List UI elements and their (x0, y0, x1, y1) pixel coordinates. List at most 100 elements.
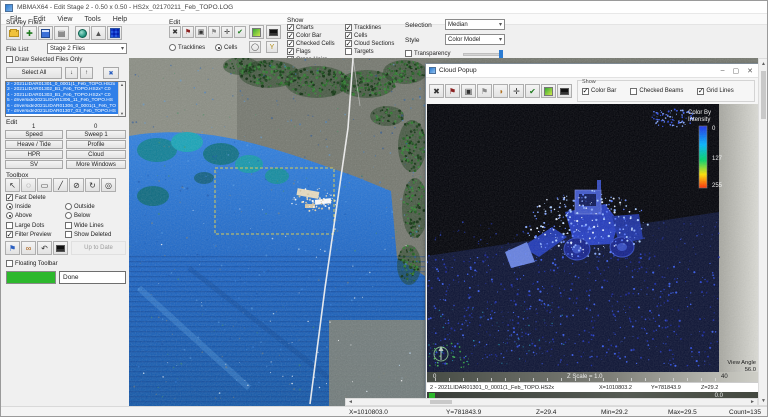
wiggle-button[interactable]: Y (266, 41, 278, 53)
charts-checkbox[interactable] (287, 24, 294, 32)
show-checked-cells-row[interactable]: Checked Cells (287, 40, 335, 48)
edit-cell-button[interactable]: ▣ (195, 26, 207, 38)
below-radio-row[interactable]: Below (65, 212, 90, 219)
transparency-slider[interactable] (463, 50, 503, 60)
zoom-tool-button[interactable]: ◎ (101, 178, 116, 192)
rect-select-button[interactable]: ▭ (37, 178, 52, 192)
heave-tide-button[interactable]: Heave / Tide (5, 140, 63, 149)
large-dots-row[interactable]: Large Dots (6, 222, 44, 229)
transparency-checkbox[interactable] (405, 50, 412, 57)
more-windows-button[interactable]: More Windows (66, 160, 126, 169)
popup-cell-button[interactable]: ▣ (461, 84, 476, 98)
selection-dropdown[interactable]: Median ▾ (445, 19, 505, 30)
filter-preview-checkbox[interactable] (6, 231, 13, 239)
eraser-tool-button[interactable]: ⊘ (69, 178, 84, 192)
scroll-down-icon[interactable]: ▼ (759, 396, 767, 405)
popup-accept-button[interactable]: ✔ (525, 84, 540, 98)
wide-lines-checkbox[interactable] (65, 222, 72, 229)
popup-rotate-button[interactable]: ◑ (493, 84, 508, 98)
maximize-icon[interactable]: ▢ (733, 67, 740, 75)
minimize-icon[interactable]: – (721, 67, 725, 75)
show-cells-checkbox[interactable] (345, 32, 352, 40)
targets-checkbox[interactable] (345, 48, 352, 55)
show-deleted-row[interactable]: Show Deleted (65, 231, 111, 238)
show-tracklines-checkbox[interactable] (345, 24, 352, 32)
shade-model-button[interactable] (266, 25, 281, 39)
popup-checked-beams-checkbox[interactable] (630, 87, 638, 95)
add-files-button[interactable]: ✚ (22, 26, 37, 40)
draw-selected-checkbox-row[interactable]: Draw Selected Files Only (6, 56, 82, 63)
flags-checkbox[interactable] (287, 48, 294, 56)
sweep1-button[interactable]: Sweep 1 (66, 130, 126, 139)
report-button[interactable]: ▤ (54, 26, 69, 40)
popup-flag-button[interactable]: ⚑ (445, 84, 460, 98)
colorbar-checkbox[interactable] (287, 32, 294, 40)
popup-title-bar[interactable]: Cloud Popup – ▢ ✕ (426, 64, 758, 78)
show-cells-row[interactable]: Cells (345, 32, 367, 40)
above-radio[interactable] (6, 212, 13, 219)
cells-radio-row[interactable]: Cells (215, 44, 237, 51)
cloud-3d-view[interactable] (427, 104, 759, 372)
remove-file-button[interactable]: ✖ (103, 67, 119, 79)
transparency-row[interactable]: Transparency (405, 50, 450, 57)
show-cloud-sections-row[interactable]: Cloud Sections (345, 40, 394, 48)
scroll-down-icon[interactable]: ▼ (120, 111, 124, 116)
fast-delete-checkbox[interactable] (6, 194, 13, 202)
style-dropdown[interactable]: Color Model ▾ (445, 34, 505, 45)
file-item[interactable]: 5 - driverside2021LIDAR1306_11_Feb_TOPO.… (6, 98, 125, 104)
matrix-button[interactable] (107, 26, 122, 40)
color-model-button[interactable] (249, 25, 264, 39)
floating-toolbar-row[interactable]: Floating Toolbar (6, 260, 58, 267)
popup-grid-lines-checkbox[interactable] (697, 87, 705, 95)
delete-points-button[interactable]: ✖ (169, 26, 181, 38)
save-button[interactable] (38, 26, 53, 40)
inside-radio[interactable] (6, 203, 13, 210)
horizontal-scrollbar[interactable]: ◄ ► (345, 398, 758, 406)
filter-preview-row[interactable]: Filter Preview (6, 231, 51, 239)
move-down-button[interactable]: ↓ (65, 67, 78, 79)
below-radio[interactable] (65, 212, 72, 219)
undo-button[interactable]: ↶ (37, 241, 52, 255)
checked-cells-checkbox[interactable] (287, 40, 294, 48)
floating-toolbar-checkbox[interactable] (6, 260, 13, 267)
flag-points-button[interactable]: ⚑ (182, 26, 194, 38)
popup-colorbar-row[interactable]: Color Bar (582, 87, 616, 95)
popup-colorbar-checkbox[interactable] (582, 87, 589, 95)
outside-radio[interactable] (65, 203, 72, 210)
vertical-scroll-thumb[interactable] (761, 71, 766, 119)
scroll-left-icon[interactable]: ◄ (346, 399, 355, 405)
show-charts-row[interactable]: Charts (287, 24, 314, 32)
popup-expand-button[interactable]: ✛ (509, 84, 524, 98)
show-deleted-checkbox[interactable] (65, 231, 72, 238)
close-icon[interactable]: ✕ (747, 67, 753, 75)
invert-view-button[interactable] (53, 241, 68, 255)
scroll-right-icon[interactable]: ► (748, 399, 757, 405)
cursor-tool-button[interactable]: ↖ (5, 178, 20, 192)
inside-radio-row[interactable]: Inside (6, 203, 31, 210)
popup-delete-button[interactable]: ✖ (429, 84, 444, 98)
file-list-scrollbar[interactable]: ▲ ▼ (118, 82, 125, 116)
expand-selection-button[interactable]: ✛ (221, 26, 233, 38)
flag-select-button[interactable]: ⚑ (5, 241, 20, 255)
show-targets-row[interactable]: Targets (345, 48, 374, 55)
polygon-select-button[interactable]: ◌ (21, 178, 36, 192)
done-button[interactable]: Done (59, 271, 126, 284)
open-folder-button[interactable] (6, 26, 21, 40)
cloud-sections-checkbox[interactable] (345, 40, 352, 48)
sv-button[interactable]: SV (5, 160, 63, 169)
move-up-button[interactable]: ↑ (80, 67, 93, 79)
outside-radio-row[interactable]: Outside (65, 203, 95, 210)
file-item[interactable]: 3 - 2021LIDAR01302_B1_Feb_TOPO.HS2x^ C0 (6, 87, 125, 93)
wide-lines-row[interactable]: Wide Lines (65, 222, 104, 229)
rotate-tool-button[interactable]: ↻ (85, 178, 100, 192)
accept-button[interactable]: ✔ (234, 26, 246, 38)
horizontal-scroll-thumb[interactable] (430, 400, 452, 404)
geodesy-button[interactable] (75, 26, 90, 40)
draw-selected-checkbox[interactable] (6, 56, 13, 63)
file-item[interactable]: 7 - driverside2021LIDAR01307_03_Feb_TOPO… (6, 108, 125, 115)
show-colorbar-row[interactable]: Color Bar (287, 32, 321, 40)
hpr-button[interactable]: HPR (5, 150, 63, 159)
speed-button[interactable]: Speed (5, 130, 63, 139)
popup-shade-button[interactable] (557, 84, 572, 98)
show-tracklines-row[interactable]: Tracklines (345, 24, 381, 32)
